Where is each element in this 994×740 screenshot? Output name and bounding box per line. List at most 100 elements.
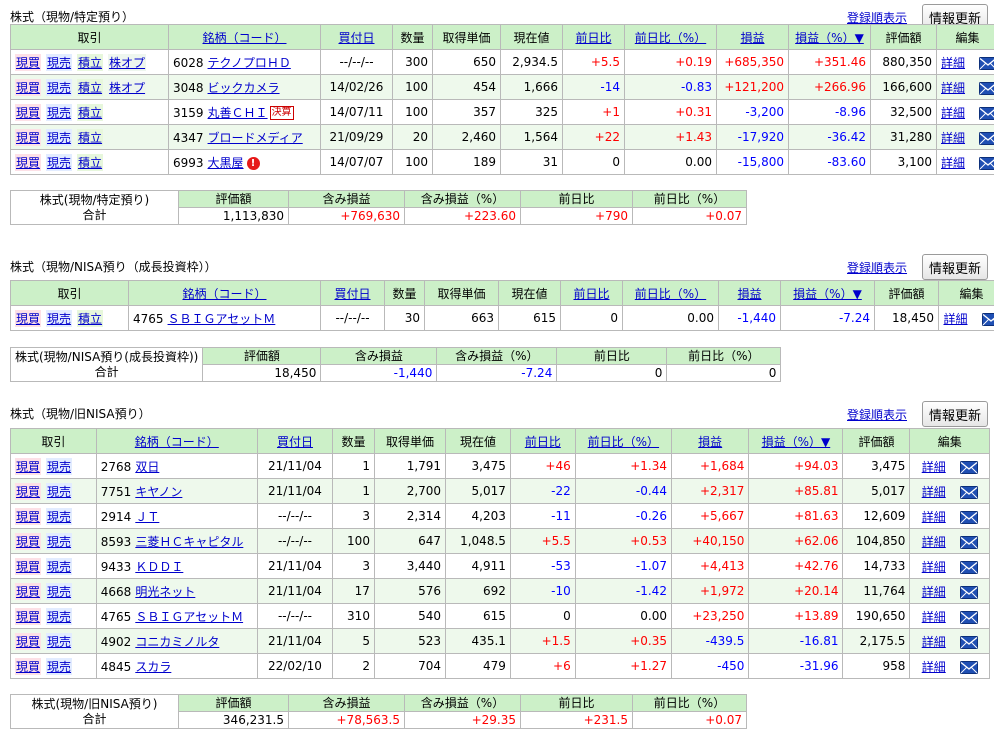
edit-cell: 詳細 xyxy=(909,478,990,504)
order-display-link[interactable]: 登録順表示 xyxy=(847,406,907,423)
buy-link[interactable]: 現買 xyxy=(15,532,42,550)
day-change: +46 xyxy=(509,453,576,479)
detail-link[interactable]: 詳細 xyxy=(922,635,946,649)
day-change: +5.5 xyxy=(509,528,576,554)
profit-loss-pct: +62.06 xyxy=(748,528,844,554)
summary-value: 346,231.5 xyxy=(178,711,289,729)
sell-link[interactable]: 現売 xyxy=(46,632,73,650)
buy-link[interactable]: 現買 xyxy=(15,582,42,600)
stock-code: 9433 xyxy=(100,559,132,574)
detail-link[interactable]: 詳細 xyxy=(922,535,946,549)
buy-link[interactable]: 現買 xyxy=(15,557,42,575)
quantity: 5 xyxy=(332,628,375,654)
mail-icon[interactable] xyxy=(959,585,978,599)
detail-link[interactable]: 詳細 xyxy=(922,510,946,524)
sell-link[interactable]: 現売 xyxy=(46,507,73,525)
detail-link[interactable]: 詳細 xyxy=(922,560,946,574)
sell-link[interactable]: 現売 xyxy=(46,582,73,600)
stock-name-link[interactable]: 双日 xyxy=(135,460,159,474)
summary-column-header: 含み損益（%） xyxy=(404,694,521,712)
summary-table: 株式(現物/旧NISA預り) 合計 評価額 含み損益 含み損益（%） 前日比 前日比（%） 3… xyxy=(10,694,747,729)
profit-loss-pct: +94.03 xyxy=(748,453,844,479)
stock-name-link[interactable]: ＪＴ xyxy=(135,510,159,524)
day-change: -22 xyxy=(509,478,576,504)
buy-link[interactable]: 現買 xyxy=(15,482,42,500)
column-label: 数量 xyxy=(341,434,366,449)
mail-icon[interactable] xyxy=(959,635,978,649)
table-row: 現買 現売 2914 ＪＴ --/--/-- 3 2,314 4,203 -11 -0.26 +5,… xyxy=(10,503,990,529)
column-header: 取得単価 xyxy=(373,428,447,454)
mail-icon[interactable] xyxy=(959,460,978,474)
day-change-pct: -0.26 xyxy=(574,503,672,529)
sort-link[interactable]: 損益 xyxy=(698,435,722,449)
sort-link[interactable]: 買付日 xyxy=(277,435,313,449)
column-header: 取引 xyxy=(10,428,97,454)
mail-icon[interactable] xyxy=(959,535,978,549)
current-price: 1,048.5 xyxy=(445,528,511,554)
detail-link[interactable]: 詳細 xyxy=(922,585,946,599)
stock-cell: 8593 三菱ＨＣキャピタル xyxy=(95,528,258,554)
buy-link[interactable]: 現買 xyxy=(15,632,42,650)
market-value: 11,764 xyxy=(842,578,911,604)
mail-icon[interactable] xyxy=(959,610,978,624)
detail-link[interactable]: 詳細 xyxy=(922,660,946,674)
quantity: 3 xyxy=(332,553,375,579)
detail-link[interactable]: 詳細 xyxy=(922,460,946,474)
cost-price: 1,791 xyxy=(373,453,447,479)
stock-name-link[interactable]: 明光ネット xyxy=(135,585,195,599)
day-change-pct: +0.53 xyxy=(574,528,672,554)
stock-code: 8593 xyxy=(100,534,132,549)
buy-link[interactable]: 現買 xyxy=(15,657,42,675)
edit-cell: 詳細 xyxy=(909,503,990,529)
buy-link[interactable]: 現買 xyxy=(15,507,42,525)
purchase-date: 22/02/10 xyxy=(256,653,334,679)
stock-name-link[interactable]: 三菱ＨＣキャピタル xyxy=(135,535,243,549)
stock-name-link[interactable]: ＳＢＩＧアセットＭ xyxy=(135,610,243,624)
stock-name-link[interactable]: キヤノン xyxy=(135,485,182,499)
profit-loss: +5,667 xyxy=(670,503,750,529)
profit-loss-pct: -16.81 xyxy=(748,628,844,654)
buy-link[interactable]: 現買 xyxy=(15,607,42,625)
sort-link[interactable]: 損益（%）▼ xyxy=(762,435,831,449)
sell-link[interactable]: 現売 xyxy=(46,557,73,575)
day-change: -11 xyxy=(509,503,576,529)
stock-code: 4765 xyxy=(100,609,132,624)
edit-cell: 詳細 xyxy=(909,628,990,654)
mail-icon[interactable] xyxy=(959,660,978,674)
current-price: 4,203 xyxy=(445,503,511,529)
sell-link[interactable]: 現売 xyxy=(46,607,73,625)
detail-link[interactable]: 詳細 xyxy=(922,610,946,624)
sell-link[interactable]: 現売 xyxy=(46,657,73,675)
table-row: 現買 現売 8593 三菱ＨＣキャピタル --/--/-- 100 647 1,048.5 +5… xyxy=(10,528,990,554)
stock-cell: 4902 コニカミノルタ xyxy=(95,628,258,654)
profit-loss: +1,684 xyxy=(670,453,750,479)
stock-name-link[interactable]: スカラ xyxy=(135,660,171,674)
mail-icon[interactable] xyxy=(959,510,978,524)
stock-name-link[interactable]: ＫＤＤＩ xyxy=(135,560,183,574)
sort-link[interactable]: 前日比 xyxy=(525,435,561,449)
sell-link[interactable]: 現売 xyxy=(46,532,73,550)
stock-name-link[interactable]: コニカミノルタ xyxy=(135,635,219,649)
column-label: 取得単価 xyxy=(386,434,435,449)
table-row: 現買 現売 9433 ＫＤＤＩ 21/11/04 3 3,440 4,911 -53 -1.07 +… xyxy=(10,553,990,579)
column-header: 前日比（%） xyxy=(574,428,672,454)
day-change: -10 xyxy=(509,578,576,604)
sell-link[interactable]: 現売 xyxy=(46,482,73,500)
day-change-pct: -1.42 xyxy=(574,578,672,604)
refresh-button[interactable]: 情報更新 xyxy=(922,401,988,427)
profit-loss: -439.5 xyxy=(670,628,750,654)
mail-icon[interactable] xyxy=(959,560,978,574)
sort-link[interactable]: 前日比（%） xyxy=(588,435,659,449)
detail-link[interactable]: 詳細 xyxy=(922,485,946,499)
column-label: 編集 xyxy=(937,434,962,449)
sell-link[interactable]: 現売 xyxy=(46,457,73,475)
mail-icon[interactable] xyxy=(959,485,978,499)
summary-value: +29.35 xyxy=(404,711,521,729)
profit-loss: +1,972 xyxy=(670,578,750,604)
sort-link[interactable]: 銘柄（コード） xyxy=(135,435,219,449)
edit-cell: 詳細 xyxy=(909,578,990,604)
edit-cell: 詳細 xyxy=(909,453,990,479)
stock-code: 4845 xyxy=(100,659,132,674)
buy-link[interactable]: 現買 xyxy=(15,457,42,475)
summary-column-header: 前日比 xyxy=(520,694,633,712)
